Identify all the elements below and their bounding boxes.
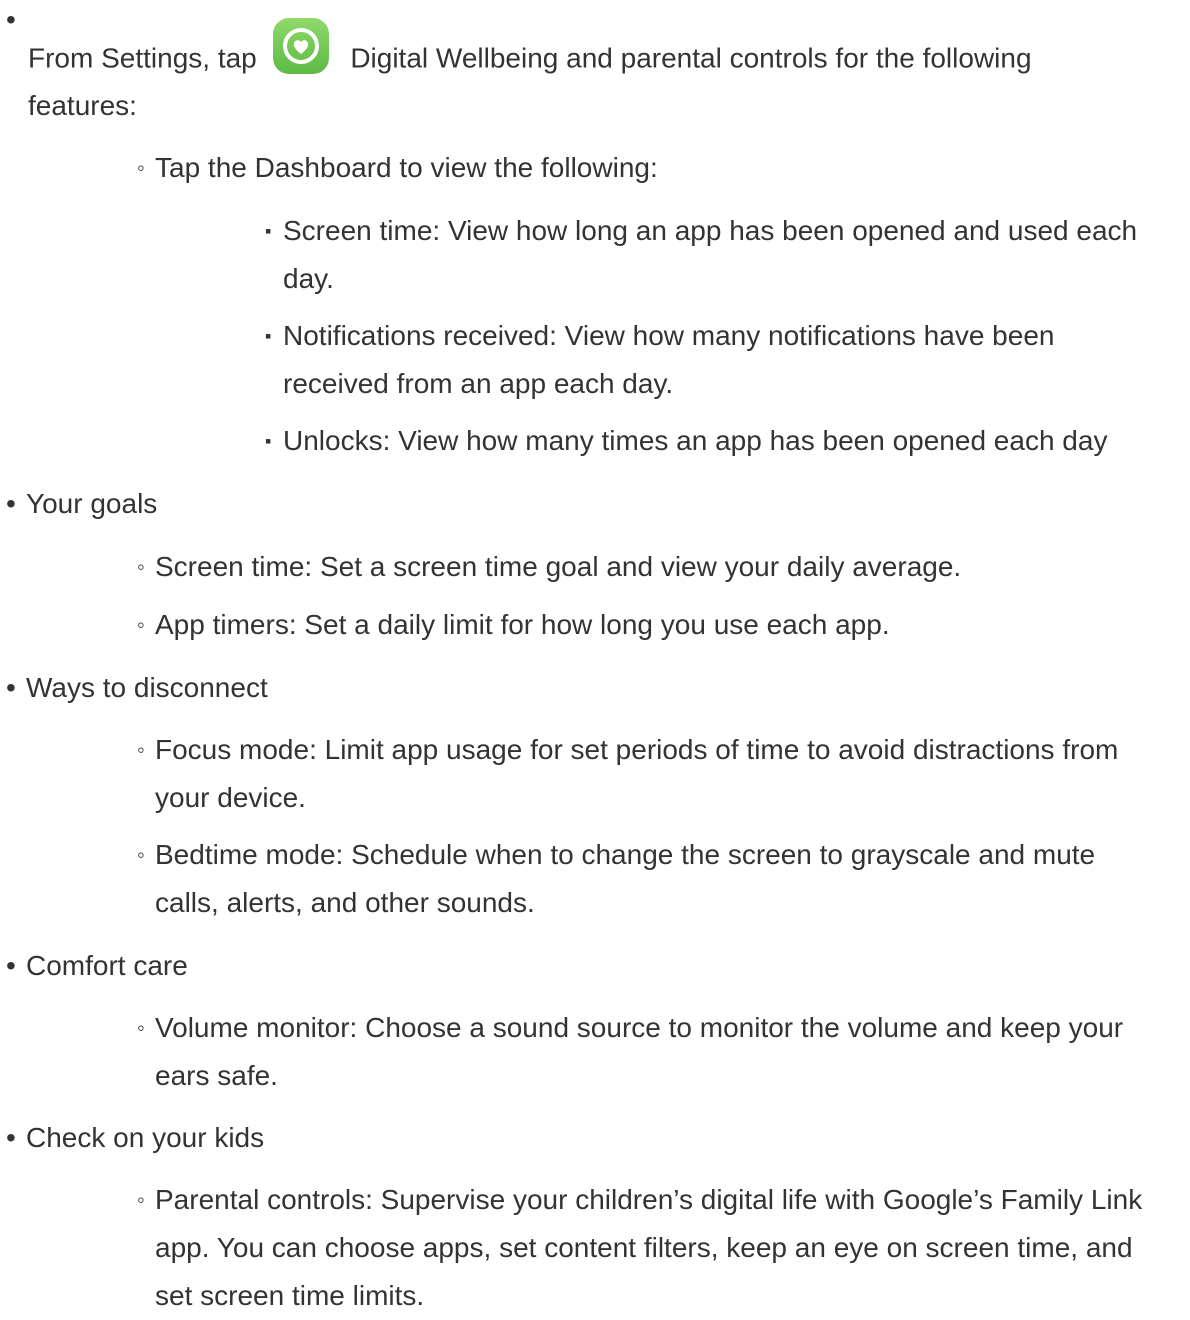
list-circle-marker: ◦ bbox=[137, 842, 145, 867]
dashboard-sub-item: ▪ Unlocks: View how many times an app ha… bbox=[265, 417, 1185, 465]
disconnect-sub-item: ◦ Focus mode: Limit app usage for set pe… bbox=[137, 726, 1177, 822]
comfort-item-text: Volume monitor: Choose a sound source to… bbox=[155, 1012, 1124, 1091]
dashboard-sub-item: ▪ Notifications received: View how many … bbox=[265, 312, 1145, 408]
goals-item-text: App timers: Set a daily limit for how lo… bbox=[155, 609, 890, 640]
digital-wellbeing-icon bbox=[272, 18, 329, 74]
list-square-marker: ▪ bbox=[265, 221, 272, 241]
list-circle-marker: ◦ bbox=[137, 1187, 145, 1212]
list-bullet: • bbox=[6, 4, 16, 35]
goals-label: Your goals bbox=[26, 488, 158, 519]
intro-line: From Settings, tap Digital Wellbeing and… bbox=[28, 18, 1148, 88]
comfort-list-item: • Comfort care bbox=[6, 942, 1156, 990]
goals-item-text: Screen time: Set a screen time goal and … bbox=[155, 551, 962, 582]
goals-sub-item: ◦ App timers: Set a daily limit for how … bbox=[137, 601, 1177, 649]
list-circle-marker: ◦ bbox=[137, 155, 145, 180]
intro-text-after: Digital Wellbeing and parental controls … bbox=[342, 42, 1032, 74]
comfort-label: Comfort care bbox=[26, 950, 188, 981]
disconnect-list-item: • Ways to disconnect bbox=[6, 664, 1156, 712]
list-circle-marker: ◦ bbox=[137, 612, 145, 637]
kids-item-text: Parental controls: Supervise your childr… bbox=[155, 1184, 1143, 1311]
dashboard-label: Tap the Dashboard to view the following: bbox=[155, 152, 658, 183]
list-bullet: • bbox=[6, 950, 16, 981]
intro-line-2: features: bbox=[28, 90, 137, 121]
intro-text-before: From Settings, tap bbox=[28, 42, 265, 74]
list-bullet: • bbox=[6, 488, 16, 519]
dashboard-item-text: Screen time: View how long an app has be… bbox=[283, 215, 1138, 294]
dashboard-list-item: ◦ Tap the Dashboard to view the followin… bbox=[137, 144, 1177, 192]
goals-sub-item: ◦ Screen time: Set a screen time goal an… bbox=[137, 543, 1177, 591]
dashboard-sub-item: ▪ Screen time: View how long an app has … bbox=[265, 207, 1185, 303]
list-bullet: • bbox=[6, 672, 16, 703]
disconnect-item-text: Focus mode: Limit app usage for set peri… bbox=[155, 734, 1119, 813]
disconnect-label: Ways to disconnect bbox=[26, 672, 268, 703]
list-circle-marker: ◦ bbox=[137, 554, 145, 579]
disconnect-sub-item: ◦ Bedtime mode: Schedule when to change … bbox=[137, 831, 1157, 927]
list-circle-marker: ◦ bbox=[137, 737, 145, 762]
dashboard-item-text: Notifications received: View how many no… bbox=[283, 320, 1055, 399]
goals-list-item: • Your goals bbox=[6, 480, 1156, 528]
list-square-marker: ▪ bbox=[265, 431, 272, 451]
kids-list-item: • Check on your kids bbox=[6, 1114, 1156, 1162]
dashboard-item-text: Unlocks: View how many times an app has … bbox=[283, 425, 1108, 456]
disconnect-item-text: Bedtime mode: Schedule when to change th… bbox=[155, 839, 1096, 918]
kids-sub-item: ◦ Parental controls: Supervise your chil… bbox=[137, 1176, 1147, 1320]
kids-label: Check on your kids bbox=[26, 1122, 265, 1153]
list-circle-marker: ◦ bbox=[137, 1015, 145, 1040]
list-bullet: • bbox=[6, 1122, 16, 1153]
comfort-sub-item: ◦ Volume monitor: Choose a sound source … bbox=[137, 1004, 1177, 1100]
list-square-marker: ▪ bbox=[265, 326, 272, 346]
